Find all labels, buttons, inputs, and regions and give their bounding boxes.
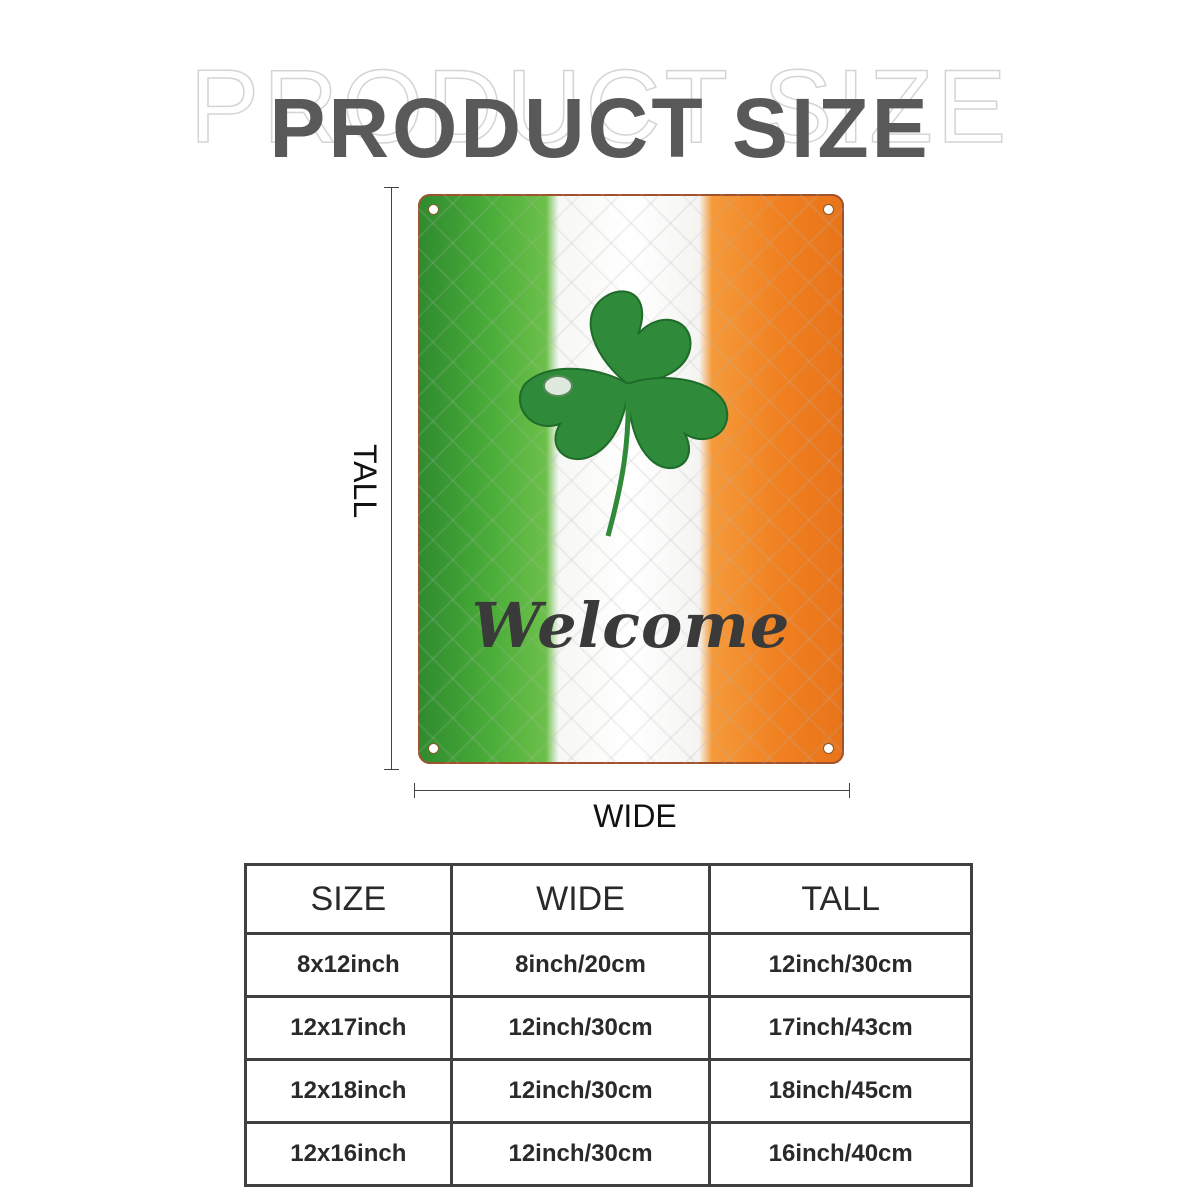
cell-tall: 18inch/45cm [708,1058,973,1124]
width-dimension-cap-right [849,783,850,798]
mounting-hole-bottom-left [428,743,439,754]
table-row: 12x17inch 12inch/30cm 17inch/43cm [244,995,973,1061]
cell-tall: 17inch/43cm [708,995,973,1061]
height-dimension-cap-bottom [384,769,399,770]
mounting-hole-top-left [428,204,439,215]
table-header-row: SIZE WIDE TALL [244,863,973,935]
header-tall: TALL [708,863,973,935]
shamrock-icon [519,290,729,537]
height-dimension-line [391,187,392,770]
mounting-hole-bottom-right [823,743,834,754]
cell-size: 12x16inch [244,1121,453,1187]
cell-wide: 12inch/30cm [449,1058,712,1124]
table-row: 8x12inch 8inch/20cm 12inch/30cm [244,932,973,998]
title-block: PRODUCT SIZE PRODUCT SIZE [0,40,1200,180]
page-title: PRODUCT SIZE [269,81,931,175]
wide-label: WIDE [593,798,677,834]
cell-size: 8x12inch [244,932,453,998]
cell-wide: 12inch/30cm [449,1121,712,1187]
table-row: 12x18inch 12inch/30cm 18inch/45cm [244,1058,973,1124]
cell-size: 12x18inch [244,1058,453,1124]
cell-wide: 8inch/20cm [449,932,712,998]
width-dimension-cap-left [414,783,415,798]
height-dimension-cap-top [384,187,399,188]
product-sign-image: Welcome [418,194,844,764]
table-row: 12x16inch 12inch/30cm 16inch/40cm [244,1121,973,1187]
cell-size: 12x17inch [244,995,453,1061]
cell-wide: 12inch/30cm [449,995,712,1061]
welcome-text: Welcome [471,589,791,662]
tall-label: TALL [347,444,383,519]
mounting-hole-top-right [823,204,834,215]
width-dimension-line [414,790,850,791]
header-size: SIZE [244,863,453,935]
cell-tall: 16inch/40cm [708,1121,973,1187]
header-wide: WIDE [449,863,712,935]
size-table: SIZE WIDE TALL 8x12inch 8inch/20cm 12inc… [244,863,973,1187]
cell-tall: 12inch/30cm [708,932,973,998]
